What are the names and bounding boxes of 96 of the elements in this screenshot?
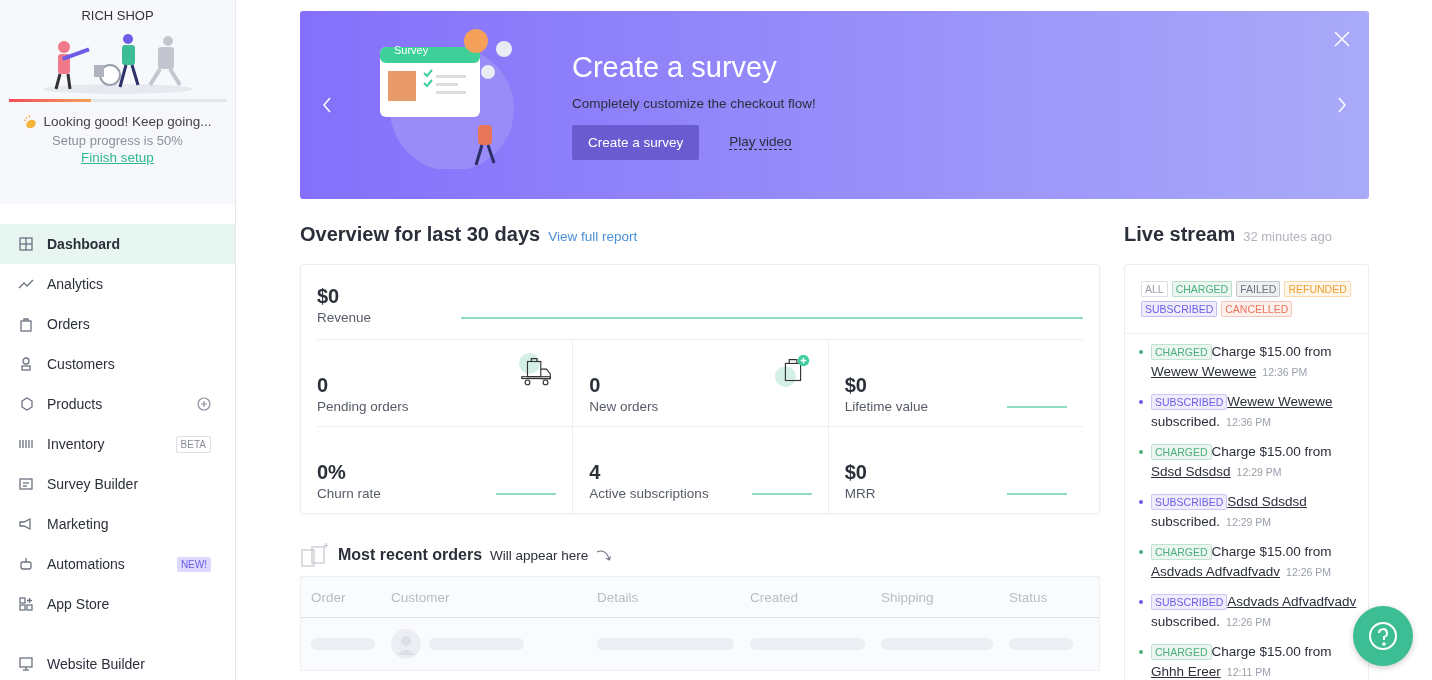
event-text: subscribed. xyxy=(1151,414,1221,429)
event-tag: SUBSCRIBED xyxy=(1151,494,1228,510)
column-header: Customer xyxy=(391,589,451,605)
setup-message: Looking good! Keep going... xyxy=(43,114,212,130)
sidebar-item[interactable]: Inventory BETA xyxy=(0,424,235,464)
customer-link[interactable]: Wewew Wewewe xyxy=(1151,364,1257,379)
nav-icon xyxy=(18,356,34,372)
shop-name: RICH SHOP xyxy=(81,8,154,23)
trend-line xyxy=(1007,493,1067,495)
sidebar-item[interactable]: Marketing xyxy=(0,504,235,544)
stat-value: 0 xyxy=(589,374,602,397)
question-mark-icon xyxy=(1368,621,1398,651)
nav-icon xyxy=(18,236,34,252)
event-tag: CHARGED xyxy=(1151,544,1212,560)
shopping-bag-plus-icon xyxy=(773,352,812,390)
beta-badge: BETA xyxy=(175,435,211,453)
stat-label: Active subscriptions xyxy=(589,486,709,501)
updated-time: 32 minutes ago xyxy=(1243,229,1333,244)
sidebar-item[interactable]: Dashboard xyxy=(0,224,235,264)
sidebar-item[interactable]: Automations NEW! xyxy=(0,544,235,584)
customer-link[interactable]: Asdvads Adfvadfvadv xyxy=(1227,594,1357,609)
stat-value: 0% xyxy=(317,461,347,484)
stat-value: 4 xyxy=(589,461,602,484)
recent-orders-hint: Will appear here xyxy=(490,547,589,563)
event-text: Charge $15.00 from xyxy=(1211,344,1332,359)
sidebar-item[interactable]: Customers xyxy=(0,344,235,384)
nav-icon xyxy=(18,316,34,332)
sidebar-item[interactable]: Orders xyxy=(0,304,235,344)
stat-label: Churn rate xyxy=(317,486,381,501)
stat-label: Lifetime value xyxy=(844,399,928,414)
stat-label: MRR xyxy=(844,486,876,501)
column-header: Order xyxy=(311,589,347,605)
event-time: 12:26 PM xyxy=(1226,616,1271,628)
shopping-bags-icon xyxy=(300,542,330,568)
trend-line xyxy=(1007,406,1067,408)
survey-card-title: Survey xyxy=(394,44,429,56)
stat-value: 0 xyxy=(317,374,330,397)
customer-link[interactable]: Sdsd Sdsdsd xyxy=(1151,464,1231,479)
sidebar-item[interactable]: Website Builder xyxy=(0,644,235,680)
sidebar-item[interactable]: Products xyxy=(0,384,235,424)
create-survey-button[interactable]: Create a survey xyxy=(572,124,700,160)
sidebar-item[interactable]: App Store xyxy=(0,584,235,624)
add-icon[interactable] xyxy=(197,397,211,411)
column-header: Created xyxy=(750,589,800,605)
nav-icon xyxy=(18,476,34,492)
column-header: Details xyxy=(597,589,640,605)
customer-link[interactable]: Asdvads Adfvadfvadv xyxy=(1151,564,1281,579)
stat-value: $0 xyxy=(844,461,868,484)
trend-line xyxy=(751,493,812,495)
event-tag: CHARGED xyxy=(1151,644,1212,660)
stat-value: $0 xyxy=(844,374,868,397)
nav-icon xyxy=(18,396,34,412)
setup-progress-text: Setup progress is 50% xyxy=(52,133,183,148)
filter-tag[interactable]: SUBSCRIBED xyxy=(1141,301,1218,317)
event-text: subscribed. xyxy=(1151,514,1221,529)
sidebar-item[interactable]: Survey Builder xyxy=(0,464,235,504)
recent-orders-title: Most recent orders xyxy=(338,546,483,564)
live-stream-title: Live stream xyxy=(1124,223,1236,246)
new-badge: NEW! xyxy=(176,556,211,572)
filter-tag[interactable]: FAILED xyxy=(1236,281,1281,297)
event-text: Charge $15.00 from xyxy=(1211,644,1332,659)
event-time: 12:11 PM xyxy=(1226,666,1271,678)
sidebar-item[interactable]: Analytics xyxy=(0,264,235,304)
nav-icon xyxy=(18,556,34,572)
banner-subtitle: Completely customize the checkout flow! xyxy=(572,95,816,111)
event-tag: SUBSCRIBED xyxy=(1151,394,1228,410)
event-tag: CHARGED xyxy=(1151,344,1212,360)
event-text: Charge $15.00 from xyxy=(1211,544,1332,559)
avatar-silhouette-icon xyxy=(391,629,421,659)
event-time: 12:36 PM xyxy=(1226,416,1271,428)
stat-label: Pending orders xyxy=(317,399,409,414)
help-button[interactable] xyxy=(1353,606,1413,666)
close-icon[interactable] xyxy=(1334,31,1350,47)
revenue-value: $0 xyxy=(317,285,341,308)
nav-icon xyxy=(18,596,34,612)
column-header: Shipping xyxy=(881,589,935,605)
event-text: Charge $15.00 from xyxy=(1211,444,1332,459)
revenue-label: Revenue xyxy=(317,310,372,325)
nav-icon xyxy=(18,516,34,532)
event-time: 12:29 PM xyxy=(1226,516,1271,528)
customer-link[interactable]: Ghhh Ereer xyxy=(1151,664,1221,679)
event-text: subscribed. xyxy=(1151,614,1221,629)
event-time: 12:36 PM xyxy=(1262,366,1308,378)
event-time: 12:26 PM xyxy=(1286,566,1332,578)
banner-title: Create a survey xyxy=(572,50,778,84)
event-tag: SUBSCRIBED xyxy=(1151,594,1228,610)
trend-line xyxy=(496,493,557,495)
event-tag: CHARGED xyxy=(1151,444,1212,460)
play-video-link[interactable]: Play video xyxy=(729,134,792,150)
stat-label: New orders xyxy=(589,399,659,414)
customer-link[interactable]: Sdsd Sdsdsd xyxy=(1227,494,1307,509)
nav-icon xyxy=(18,656,34,672)
customer-link[interactable]: Wewew Wewewe xyxy=(1227,394,1333,409)
column-header: Status xyxy=(1009,589,1049,605)
overview-title: Overview for last 30 days xyxy=(300,223,541,246)
event-time: 12:29 PM xyxy=(1236,466,1282,478)
